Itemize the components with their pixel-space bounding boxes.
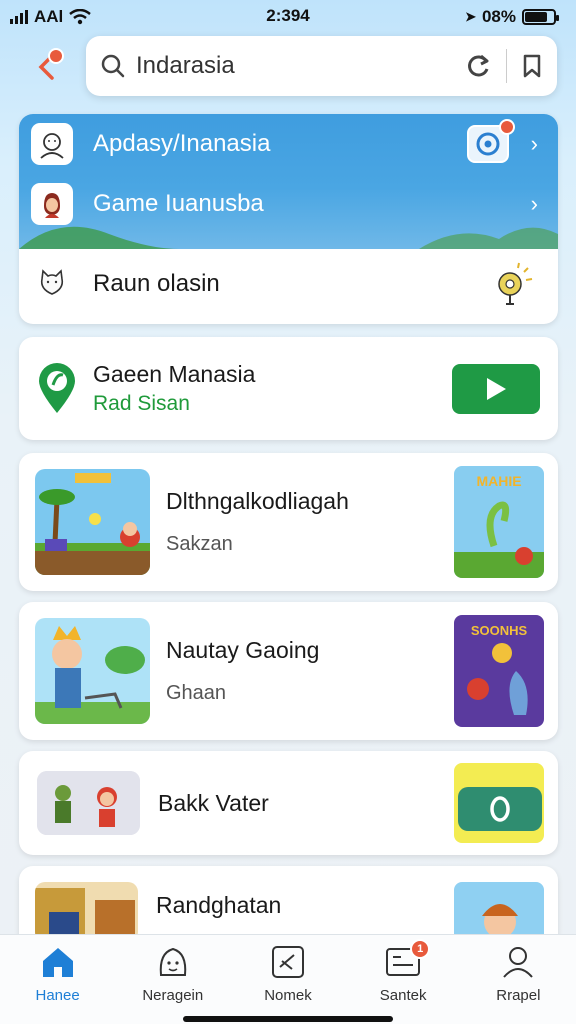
back-button[interactable] bbox=[28, 48, 66, 86]
play-button[interactable] bbox=[452, 363, 540, 414]
bottom-nav: Hanee Neragein Nomek 1 Santek Rrapel bbox=[0, 934, 576, 1024]
location-icon: ➤ bbox=[465, 9, 476, 24]
refresh-icon[interactable] bbox=[464, 52, 492, 80]
side-thumbnail: MAHIE bbox=[454, 466, 544, 578]
list-item-title: Dlthngalkodliagah bbox=[166, 488, 349, 514]
status-bar: AAl 2:394 ➤ 08% bbox=[0, 0, 576, 34]
cat-icon bbox=[31, 263, 73, 305]
list-item[interactable]: Bakk Vater bbox=[19, 751, 558, 855]
compass-icon bbox=[476, 132, 500, 156]
search-icon bbox=[101, 54, 125, 78]
game-thumbnail bbox=[35, 618, 150, 724]
user-face-icon bbox=[31, 123, 73, 165]
featured-title: Gaeen Manasia bbox=[93, 361, 256, 387]
game-thumbnail bbox=[35, 469, 150, 575]
list-item[interactable]: Nautay Gaoing Ghaan SOONHS bbox=[19, 602, 558, 740]
battery-percent: 08% bbox=[481, 7, 516, 26]
menu-item-label: Apdasy/Inanasia bbox=[93, 130, 271, 157]
play-icon bbox=[487, 377, 506, 400]
nav-item-neragein[interactable]: Neragein bbox=[118, 945, 228, 1004]
notification-badge: 1 bbox=[410, 939, 431, 959]
edit-icon bbox=[271, 946, 304, 978]
menu-card: Apdasy/Inanasia › Game Iuanusba › Raun o… bbox=[19, 114, 558, 324]
search-input[interactable] bbox=[136, 52, 464, 80]
nav-label: Santek bbox=[379, 987, 427, 1004]
side-thumbnail bbox=[454, 882, 544, 942]
side-thumbnail bbox=[454, 763, 544, 843]
chevron-right-icon: › bbox=[530, 131, 538, 156]
nav-item-nomek[interactable]: Nomek bbox=[233, 945, 343, 1004]
nav-item-home[interactable]: Hanee bbox=[3, 945, 113, 1004]
home-icon bbox=[42, 948, 73, 977]
profile-icon bbox=[503, 947, 534, 978]
notification-badge bbox=[498, 119, 515, 135]
signal-icon bbox=[10, 10, 28, 24]
list-item-subtitle: Sakzan bbox=[166, 533, 233, 555]
bookmark-icon[interactable] bbox=[521, 53, 543, 79]
search-divider bbox=[506, 49, 507, 83]
toggle-button[interactable] bbox=[458, 787, 542, 831]
list-item-title: Nautay Gaoing bbox=[166, 637, 320, 663]
featured-subtitle: Rad Sisan bbox=[93, 392, 190, 415]
list-item-title: Bakk Vater bbox=[158, 789, 269, 816]
home-indicator bbox=[183, 1016, 393, 1022]
carrier-label: AAl bbox=[34, 7, 64, 26]
map-pin-icon bbox=[39, 362, 75, 413]
search-bar bbox=[86, 36, 557, 96]
list-item[interactable]: Dlthngalkodliagah Sakzan MAHIE bbox=[19, 453, 558, 591]
nav-label: Nomek bbox=[264, 987, 312, 1004]
list-item-subtitle: Ghaan bbox=[166, 682, 227, 704]
game-thumbnail bbox=[37, 771, 140, 835]
nav-item-rrapel[interactable]: Rrapel bbox=[463, 945, 573, 1004]
discover-button[interactable] bbox=[466, 119, 515, 163]
avatar-icon bbox=[31, 183, 73, 225]
side-thumbnail-label: MAHIE bbox=[476, 473, 521, 489]
menu-item-apdasy[interactable]: Apdasy/Inanasia › bbox=[19, 119, 558, 165]
chevron-right-icon: › bbox=[530, 191, 538, 216]
game-thumbnail bbox=[35, 882, 138, 942]
nav-item-santek[interactable]: 1 Santek bbox=[348, 939, 458, 1004]
nav-label: Neragein bbox=[142, 987, 204, 1004]
circle-icon bbox=[490, 796, 510, 822]
menu-item-raun[interactable]: Raun olasin bbox=[19, 259, 558, 309]
lightbulb-icon bbox=[498, 262, 533, 305]
menu-item-label: Raun olasin bbox=[93, 270, 220, 297]
battery-icon bbox=[522, 9, 559, 25]
featured-game-card[interactable]: Gaeen Manasia Rad Sisan bbox=[19, 337, 558, 440]
avatar-icon bbox=[159, 947, 187, 976]
nav-label: Rrapel bbox=[496, 987, 541, 1004]
menu-item-label: Game Iuanusba bbox=[93, 190, 264, 217]
menu-item-game[interactable]: Game Iuanusba › bbox=[19, 183, 558, 225]
nav-label: Hanee bbox=[35, 987, 80, 1004]
list-item-title: Randghatan bbox=[156, 892, 282, 918]
back-badge bbox=[48, 48, 64, 64]
side-thumbnail: SOONHS bbox=[454, 615, 544, 727]
wifi-icon bbox=[69, 9, 92, 25]
side-thumbnail-label: SOONHS bbox=[471, 623, 528, 638]
